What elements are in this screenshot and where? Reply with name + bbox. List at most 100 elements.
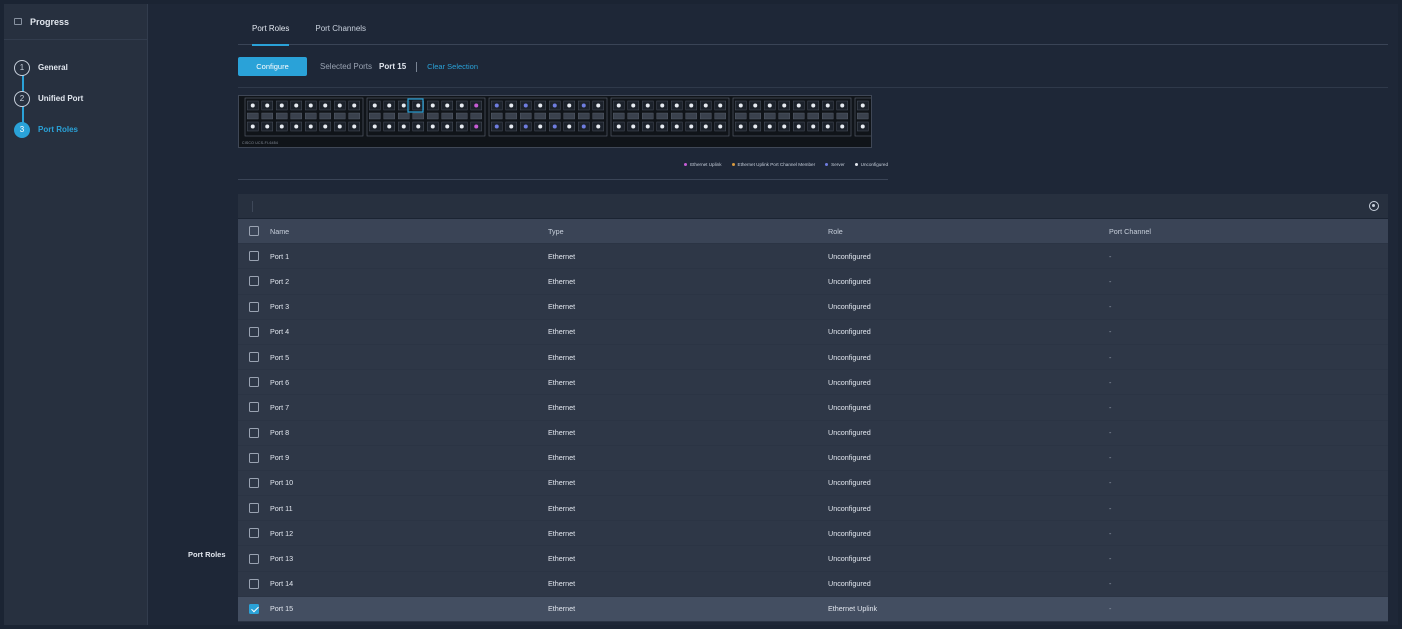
cell-name: Port 13 bbox=[270, 554, 294, 564]
table-row[interactable]: Port 5 Ethernet Unconfigured - bbox=[238, 344, 1388, 371]
cell-role: Unconfigured bbox=[828, 528, 871, 538]
port-latch bbox=[793, 112, 805, 120]
port-status-dot bbox=[796, 124, 801, 129]
port-latch bbox=[592, 112, 604, 120]
row-checkbox[interactable] bbox=[249, 528, 259, 539]
row-checkbox[interactable] bbox=[249, 301, 259, 312]
column-header-type[interactable]: Type bbox=[548, 227, 828, 236]
column-header-port-channel[interactable]: Port Channel bbox=[1109, 227, 1388, 236]
tab-port-channels[interactable]: Port Channels bbox=[301, 14, 378, 45]
step-number: 2 bbox=[14, 90, 30, 107]
selected-ports-label: Selected Ports bbox=[320, 62, 373, 71]
port-latch bbox=[412, 112, 424, 120]
cell-type: Ethernet bbox=[548, 604, 576, 614]
selected-ports-value: Port 15 bbox=[379, 62, 407, 71]
row-checkbox[interactable] bbox=[249, 276, 259, 287]
step-general[interactable]: 1 General bbox=[4, 52, 147, 83]
gear-icon[interactable] bbox=[1369, 201, 1379, 211]
port-status-dot bbox=[753, 103, 758, 108]
cell-name: Port 15 bbox=[270, 604, 294, 614]
table-row[interactable]: Port 14 Ethernet Unconfigured - bbox=[238, 571, 1388, 597]
port-status-dot bbox=[474, 124, 479, 129]
progress-sidebar: Progress 1 General 2 Unified Port 3 Port… bbox=[4, 4, 148, 625]
progress-header: Progress bbox=[4, 4, 147, 40]
tooltip: Port Roles bbox=[188, 550, 226, 559]
step-unified-port[interactable]: 2 Unified Port bbox=[4, 83, 147, 114]
row-checkbox[interactable] bbox=[249, 603, 259, 614]
row-checkbox[interactable] bbox=[249, 503, 259, 514]
table-row[interactable]: Port 6 Ethernet Unconfigured - bbox=[238, 370, 1388, 396]
port-status-dot bbox=[825, 124, 830, 129]
row-checkbox[interactable] bbox=[249, 477, 259, 488]
port-latch bbox=[456, 112, 468, 120]
configure-button[interactable]: Configure bbox=[238, 57, 307, 76]
row-checkbox[interactable] bbox=[249, 578, 259, 589]
cell-name: Port 5 bbox=[270, 352, 290, 362]
port-status-dot bbox=[581, 124, 586, 129]
cell-port-channel: - bbox=[1109, 604, 1112, 614]
cell-role: Unconfigured bbox=[828, 453, 871, 463]
port-status-dot bbox=[631, 124, 636, 129]
cell-type: Ethernet bbox=[548, 503, 576, 513]
toolbar-divider bbox=[416, 61, 418, 72]
row-checkbox[interactable] bbox=[249, 553, 259, 564]
row-checkbox[interactable] bbox=[249, 402, 259, 413]
row-checkbox[interactable] bbox=[249, 452, 259, 463]
port-latch bbox=[261, 112, 273, 120]
port-latch bbox=[398, 112, 410, 120]
row-checkbox[interactable] bbox=[249, 352, 259, 363]
tab-bar: Port Roles Port Channels bbox=[238, 14, 1388, 46]
port-status-dot bbox=[753, 124, 758, 129]
tab-port-roles[interactable]: Port Roles bbox=[238, 14, 301, 46]
table-row[interactable]: Port 13 Ethernet Unconfigured - bbox=[238, 546, 1388, 572]
port-latch bbox=[836, 112, 848, 120]
row-checkbox[interactable] bbox=[249, 427, 259, 438]
cell-type: Ethernet bbox=[548, 453, 576, 463]
legend-dot-icon bbox=[684, 163, 688, 166]
row-checkbox[interactable] bbox=[249, 326, 259, 337]
port-status-dot bbox=[279, 103, 284, 108]
port-status-dot bbox=[445, 124, 450, 129]
port-status-dot bbox=[430, 103, 435, 108]
table-row[interactable]: Port 12 Ethernet Unconfigured - bbox=[238, 521, 1388, 547]
table-row[interactable]: Port 2 Ethernet Unconfigured - bbox=[238, 269, 1388, 295]
cell-port-channel: - bbox=[1109, 327, 1112, 337]
port-status-dot bbox=[445, 103, 450, 108]
cell-name: Port 6 bbox=[270, 377, 290, 387]
table-row[interactable]: Port 4 Ethernet Unconfigured - bbox=[238, 319, 1388, 345]
port-status-dot bbox=[581, 103, 586, 108]
table-row[interactable]: Port 15 Ethernet Ethernet Uplink - bbox=[238, 596, 1388, 622]
port-status-dot bbox=[352, 103, 357, 108]
table-row[interactable]: Port 10 Ethernet Unconfigured - bbox=[238, 470, 1388, 497]
step-port-roles[interactable]: 3 Port Roles bbox=[4, 114, 147, 145]
cell-role: Unconfigured bbox=[828, 352, 871, 362]
port-status-dot bbox=[372, 103, 377, 108]
table-row[interactable]: Port 1 Ethernet Unconfigured - bbox=[238, 244, 1388, 270]
table-row[interactable]: Port 9 Ethernet Unconfigured - bbox=[238, 445, 1388, 471]
select-all-checkbox[interactable] bbox=[249, 226, 259, 237]
cell-role: Unconfigured bbox=[828, 377, 871, 387]
cell-port-channel: - bbox=[1109, 352, 1112, 362]
row-checkbox[interactable] bbox=[249, 377, 259, 388]
switch-faceplate: CISCO UCS-FI-6454 bbox=[238, 95, 1070, 148]
port-latch bbox=[735, 112, 747, 120]
cell-port-channel: - bbox=[1109, 428, 1112, 438]
table-row[interactable]: Port 8 Ethernet Unconfigured - bbox=[238, 420, 1388, 446]
step-number: 3 bbox=[14, 121, 30, 138]
table-row[interactable]: Port 7 Ethernet Unconfigured - bbox=[238, 395, 1388, 421]
port-status-dot bbox=[294, 103, 299, 108]
column-header-name[interactable]: Name bbox=[270, 227, 548, 236]
port-latch bbox=[857, 112, 869, 120]
table-row[interactable]: Port 11 Ethernet Unconfigured - bbox=[238, 496, 1388, 522]
port-status-dot bbox=[308, 124, 313, 129]
port-status-dot bbox=[860, 124, 865, 129]
port-status-dot bbox=[567, 124, 572, 129]
cell-port-channel: - bbox=[1109, 579, 1112, 589]
port-latch bbox=[764, 112, 776, 120]
clear-selection-link[interactable]: Clear Selection bbox=[427, 62, 478, 71]
row-checkbox[interactable] bbox=[249, 251, 259, 262]
port-latch bbox=[441, 112, 453, 120]
table-row[interactable]: Port 3 Ethernet Unconfigured - bbox=[238, 294, 1388, 320]
cell-port-channel: - bbox=[1109, 276, 1112, 286]
column-header-role[interactable]: Role bbox=[828, 227, 1109, 236]
